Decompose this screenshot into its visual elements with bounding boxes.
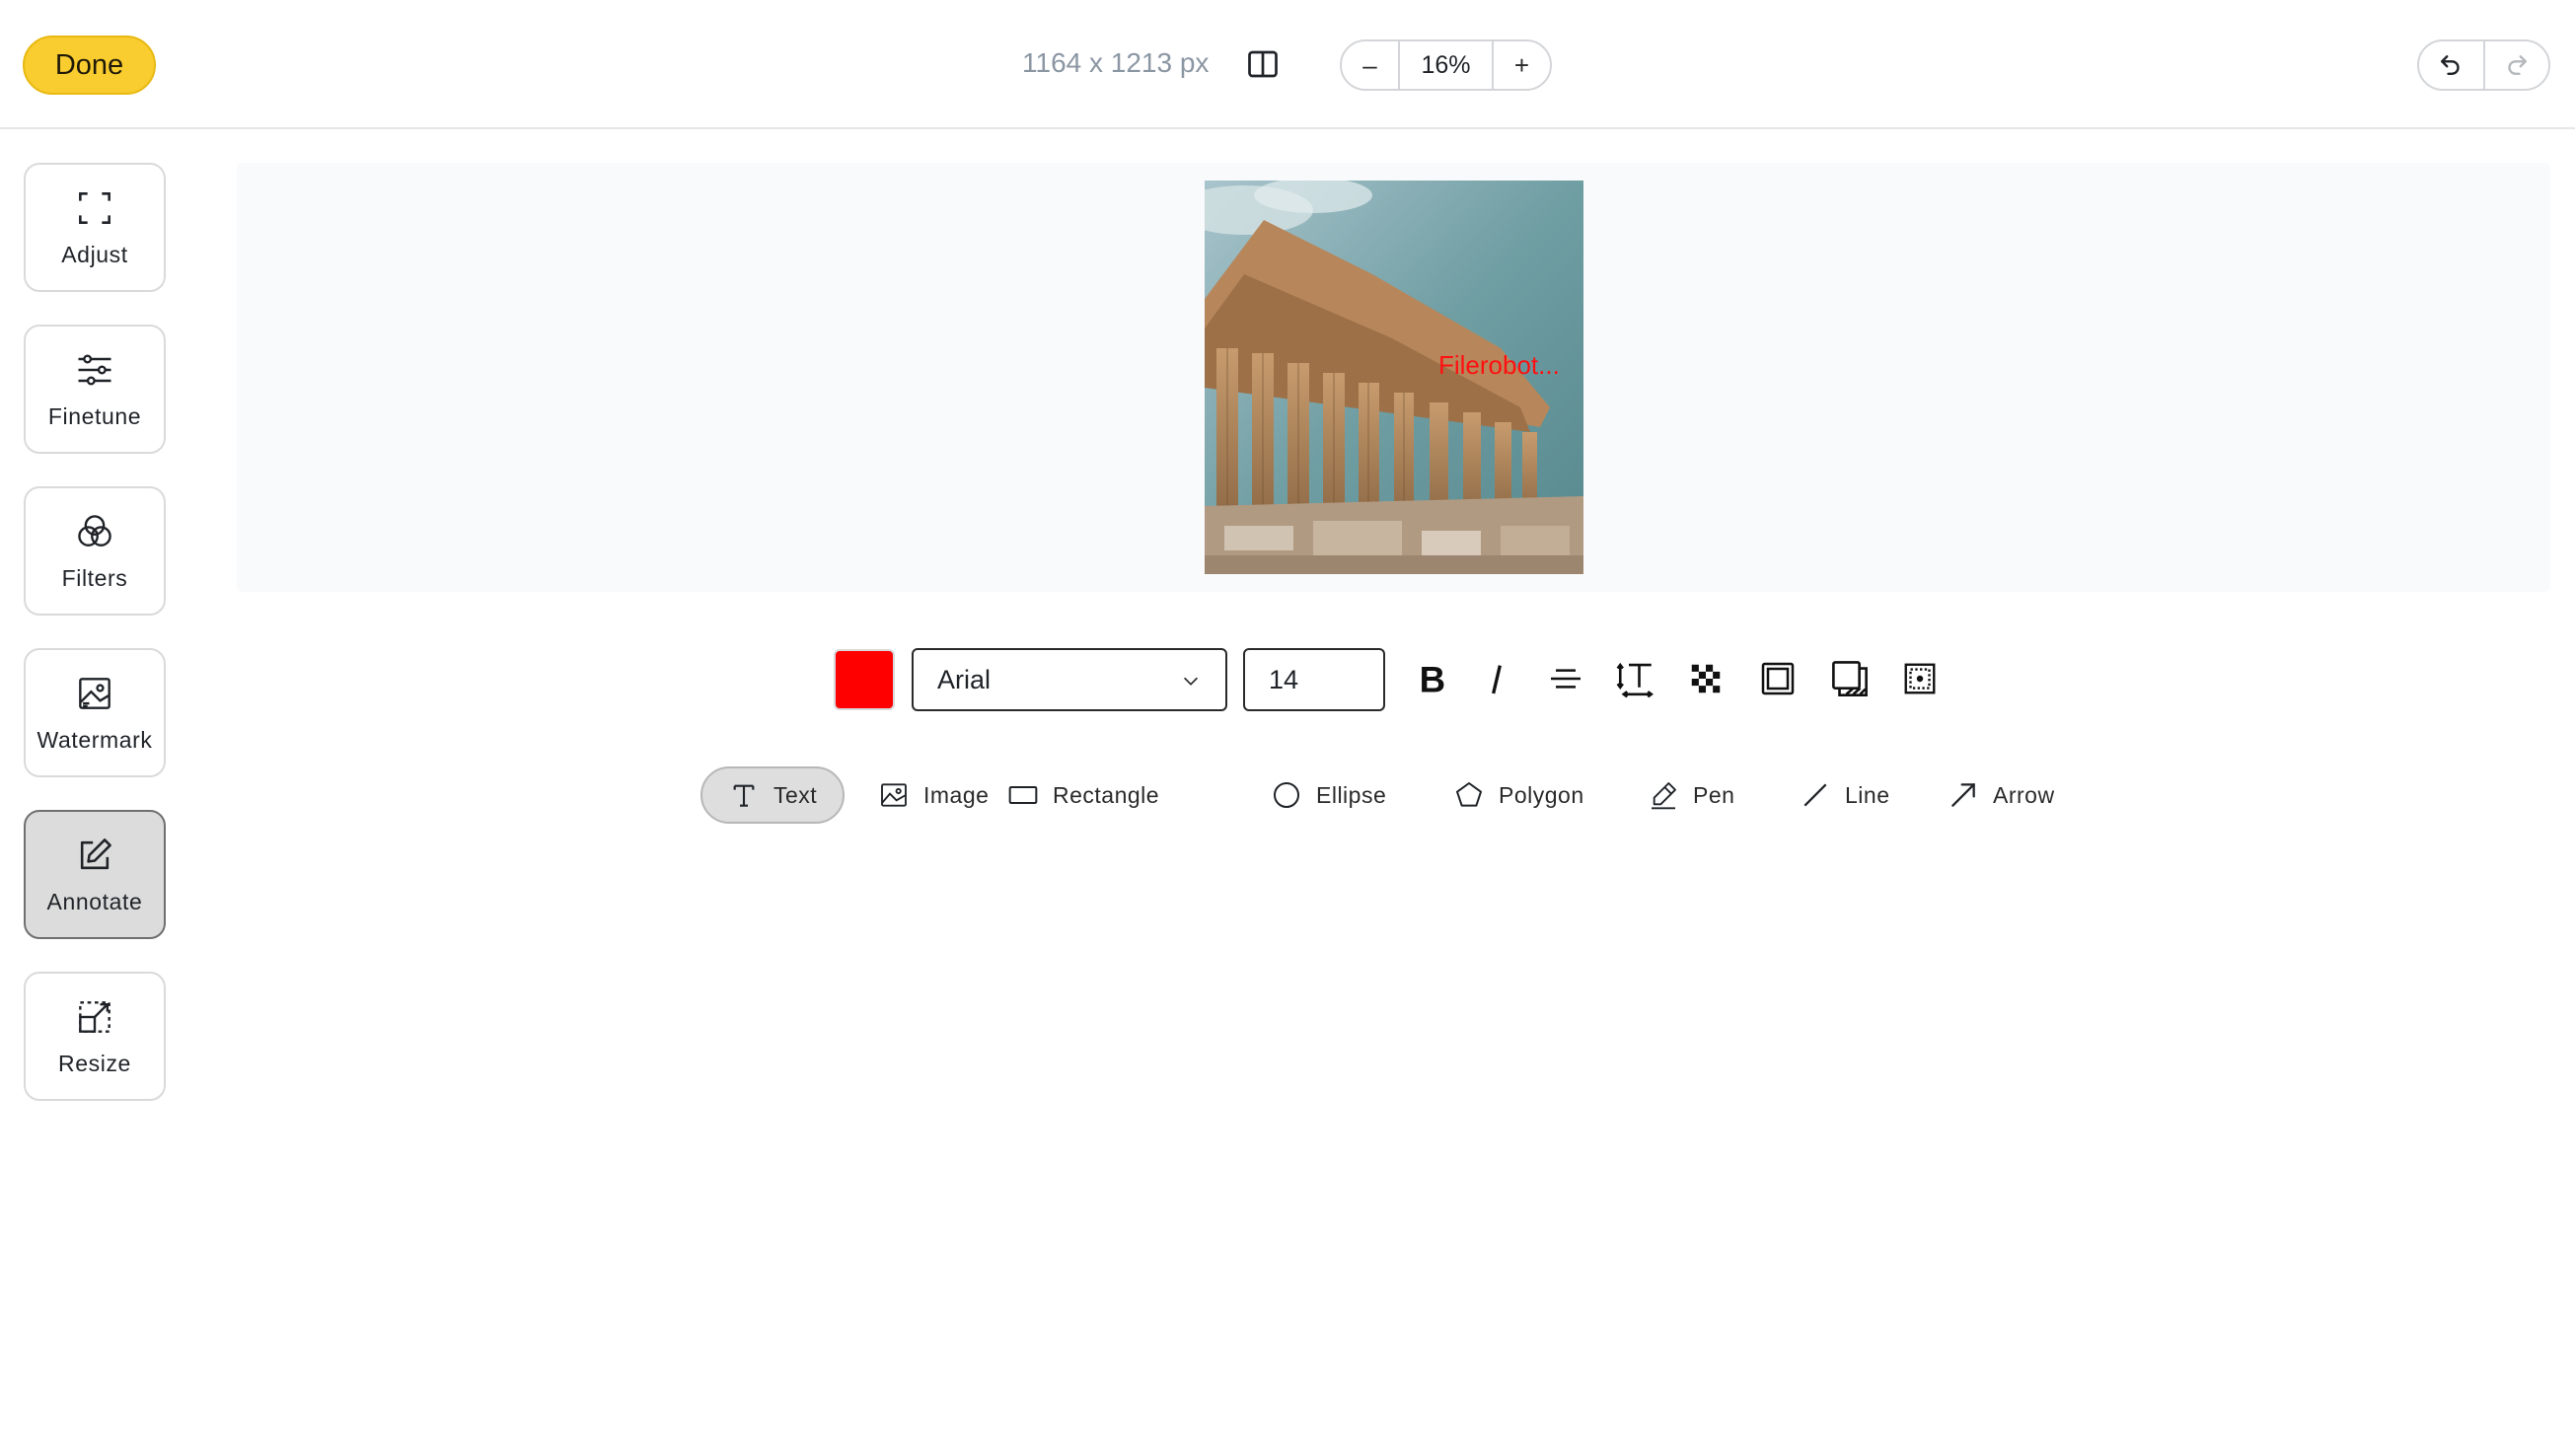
- font-family-value: Arial: [937, 664, 992, 694]
- editor-canvas[interactable]: Filerobot...: [237, 163, 2550, 592]
- sidebar-item-filters[interactable]: Filters: [24, 486, 166, 616]
- position-icon: [1904, 663, 1936, 694]
- chevron-down-icon: [1183, 677, 1199, 686]
- edit-pencil-icon: [80, 838, 111, 870]
- tool-line[interactable]: Line: [1774, 766, 1915, 824]
- undo-icon: [2441, 55, 2460, 75]
- color-circles-icon: [78, 515, 111, 546]
- tool-label: Line: [1845, 781, 1890, 808]
- bold-button[interactable]: B: [1411, 657, 1454, 700]
- arrow-icon: [1951, 783, 1975, 807]
- line-height-icon: [1616, 662, 1654, 698]
- stroke-icon: [1761, 662, 1795, 695]
- sidebar-item-resize[interactable]: Resize: [24, 972, 166, 1101]
- tool-label: Rectangle: [1053, 781, 1160, 808]
- split-view-icon[interactable]: [1245, 46, 1281, 82]
- tool-label: Image: [923, 781, 990, 808]
- italic-icon: [1492, 665, 1502, 694]
- sidebar-item-annotate[interactable]: Annotate: [24, 810, 166, 939]
- color-picker[interactable]: [834, 649, 895, 710]
- tool-label: Text: [773, 781, 818, 808]
- text-align-button[interactable]: [1544, 657, 1587, 700]
- undo-button[interactable]: [2419, 41, 2483, 89]
- stroke-button[interactable]: [1756, 657, 1800, 700]
- tool-polygon[interactable]: Polygon: [1428, 766, 1610, 824]
- text-icon: [733, 784, 755, 807]
- top-bar: Done 1164 x 1213 px – 16% +: [0, 0, 2575, 129]
- tool-text[interactable]: Text: [700, 766, 846, 824]
- tool-ellipse[interactable]: Ellipse: [1245, 766, 1412, 824]
- position-button[interactable]: [1898, 657, 1942, 700]
- zoom-control: – 16% +: [1340, 39, 1552, 91]
- redo-button[interactable]: [2482, 41, 2549, 89]
- opacity-icon: [1691, 664, 1721, 693]
- redo-icon: [2508, 55, 2527, 75]
- sidebar-item-label: Filters: [61, 565, 128, 591]
- zoom-in-button[interactable]: +: [1494, 41, 1550, 89]
- shadow-button[interactable]: [1828, 657, 1872, 700]
- tool-pen[interactable]: Pen: [1622, 766, 1760, 824]
- zoom-value[interactable]: 16%: [1398, 41, 1494, 89]
- sidebar-item-adjust[interactable]: Adjust: [24, 163, 166, 292]
- align-icon: [1551, 669, 1581, 689]
- font-family-select[interactable]: Arial: [912, 648, 1227, 711]
- crop-corners-icon: [79, 192, 110, 224]
- image-dimensions: 1164 x 1213 px: [1022, 47, 1210, 78]
- ellipse-icon: [1274, 782, 1299, 808]
- done-button[interactable]: Done: [23, 36, 156, 95]
- tool-label: Pen: [1693, 781, 1735, 808]
- sliders-icon: [78, 354, 111, 386]
- sidebar-item-label: Watermark: [37, 727, 153, 753]
- sidebar-item-label: Finetune: [47, 403, 142, 429]
- pen-icon: [1652, 782, 1676, 810]
- tool-arrow[interactable]: Arrow: [1922, 766, 2081, 824]
- sidebar-item-finetune[interactable]: Finetune: [24, 325, 166, 454]
- bold-icon: B: [1420, 659, 1445, 699]
- tool-label: Arrow: [1993, 781, 2055, 808]
- resize-icon: [79, 1001, 110, 1033]
- opacity-button[interactable]: [1684, 657, 1728, 700]
- tool-rectangle[interactable]: Rectangle: [982, 766, 1185, 824]
- tool-label: Polygon: [1499, 781, 1584, 808]
- line-icon: [1803, 783, 1827, 807]
- image-icon: [881, 783, 907, 807]
- sidebar-item-label: Annotate: [46, 889, 143, 914]
- line-height-button[interactable]: [1614, 657, 1657, 700]
- history-control: [2417, 39, 2550, 91]
- svg-text:B: B: [1420, 659, 1445, 699]
- font-size-input[interactable]: 14: [1243, 648, 1385, 711]
- sidebar-item-watermark[interactable]: Watermark: [24, 648, 166, 777]
- tool-label: Ellipse: [1316, 781, 1387, 808]
- shadow-icon: [1832, 661, 1868, 696]
- sidebar-item-label: Adjust: [61, 242, 128, 267]
- sidebar-item-label: Resize: [58, 1051, 131, 1076]
- annotation-text[interactable]: Filerobot...: [1438, 350, 1560, 381]
- zoom-out-button[interactable]: –: [1342, 41, 1398, 89]
- italic-button[interactable]: [1475, 657, 1518, 700]
- font-size-value: 14: [1269, 664, 1299, 694]
- polygon-icon: [1456, 782, 1482, 807]
- image-watermark-icon: [79, 678, 110, 709]
- rectangle-icon: [1008, 786, 1038, 804]
